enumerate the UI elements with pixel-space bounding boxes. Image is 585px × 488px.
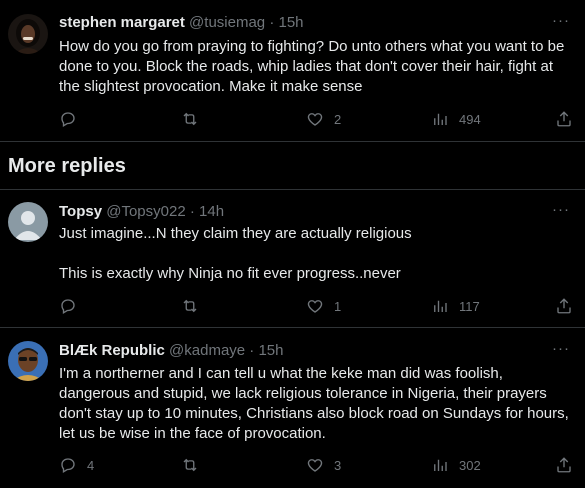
share-icon: [557, 111, 571, 127]
like-button[interactable]: 1: [306, 296, 341, 316]
divider: [0, 327, 585, 328]
views-chart-icon: [434, 300, 447, 312]
separator-dot: ·: [269, 14, 275, 31]
reply-icon: [61, 299, 75, 314]
reply-icon: [61, 458, 75, 473]
divider: [0, 141, 585, 142]
heart-icon: [307, 459, 323, 472]
retweet-button[interactable]: [181, 296, 209, 316]
share-button[interactable]: [555, 455, 573, 475]
reply-count: 4: [87, 457, 95, 473]
tweet-time[interactable]: 14h: [199, 203, 224, 220]
like-count: 1: [334, 298, 342, 314]
like-button[interactable]: 3: [306, 455, 341, 475]
share-icon: [557, 298, 571, 314]
views-button[interactable]: 494: [431, 109, 481, 129]
views-chart-icon: [434, 459, 447, 471]
tweet-header: BlÆk Republic @kadmaye · 15h: [59, 341, 284, 361]
more-options-icon[interactable]: ···: [551, 13, 571, 34]
views-button[interactable]: 117: [431, 296, 480, 316]
author-handle[interactable]: @Topsy022: [106, 203, 185, 220]
author-name[interactable]: Topsy: [59, 203, 102, 220]
retweet-button[interactable]: [181, 109, 209, 129]
like-count: 2: [334, 111, 342, 127]
views-chart-icon: [434, 113, 447, 125]
like-button[interactable]: 2: [306, 109, 341, 129]
more-options-icon[interactable]: ···: [551, 202, 571, 223]
views-count: 494: [459, 111, 481, 127]
author-name[interactable]: BlÆk Republic: [59, 342, 165, 359]
tweet-text: Just imagine...N they claim they are act…: [59, 225, 412, 282]
avatar[interactable]: [8, 202, 48, 242]
views-count: 117: [459, 298, 480, 314]
share-button[interactable]: [555, 109, 573, 129]
like-count: 3: [334, 457, 342, 473]
heart-icon: [307, 300, 323, 313]
more-replies-heading: More replies: [8, 155, 126, 177]
tweet-header: stephen margaret @tusiemag · 15h: [59, 13, 304, 33]
retweet-icon: [183, 458, 197, 472]
reply-button[interactable]: [59, 296, 87, 316]
tweet-text: I'm a northerner and I can tell u what t…: [59, 365, 573, 442]
tweet-text: How do you go from praying to fighting? …: [59, 38, 569, 95]
share-button[interactable]: [555, 296, 573, 316]
separator-dot: ·: [249, 342, 255, 359]
more-options-icon[interactable]: ···: [551, 341, 571, 362]
separator-dot: ·: [189, 203, 195, 220]
reply-button[interactable]: 4: [59, 455, 94, 475]
tweet-time[interactable]: 15h: [258, 342, 283, 359]
views-count: 302: [459, 457, 481, 473]
avatar[interactable]: [8, 341, 48, 381]
heart-icon: [307, 113, 323, 126]
tweet-actions: 1 117: [59, 296, 574, 316]
retweet-icon: [183, 112, 197, 126]
author-name[interactable]: stephen margaret: [59, 14, 185, 31]
avatar[interactable]: [8, 14, 48, 54]
tweet-actions: 4 3 302: [59, 455, 574, 475]
reply-icon: [61, 112, 75, 127]
tweet-header: Topsy @Topsy022 · 14h: [59, 202, 224, 222]
tweet-time[interactable]: 15h: [278, 14, 303, 31]
views-button[interactable]: 302: [431, 455, 481, 475]
author-handle[interactable]: @tusiemag: [189, 14, 265, 31]
tweet-actions: 2 494: [59, 109, 574, 129]
author-handle[interactable]: @kadmaye: [169, 342, 245, 359]
divider: [0, 189, 585, 190]
share-icon: [557, 457, 571, 473]
retweet-icon: [183, 299, 197, 313]
reply-button[interactable]: [59, 109, 87, 129]
retweet-button[interactable]: [181, 455, 209, 475]
